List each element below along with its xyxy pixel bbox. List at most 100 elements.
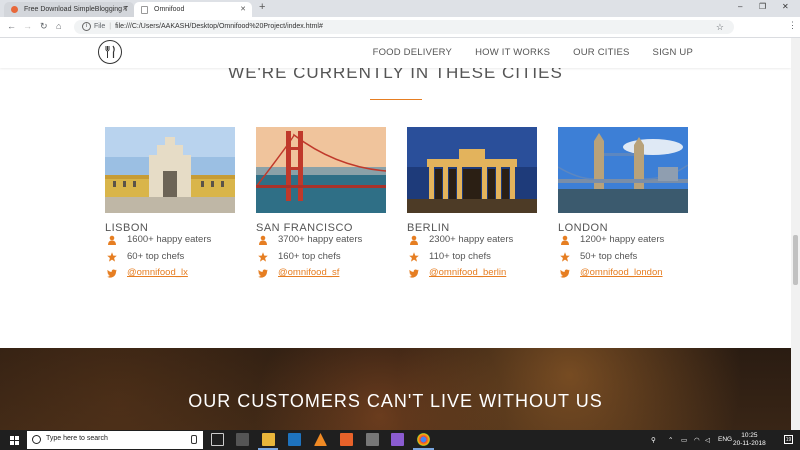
site-navbar: FOOD DELIVERY HOW IT WORKS OUR CITIES SI… — [0, 38, 791, 68]
twitter-link[interactable]: @omnifood_sf — [278, 267, 339, 278]
vlc-icon[interactable] — [314, 433, 327, 446]
browser-tab-strip: Free Download SimpleBlogging T ✕ Omnifoo… — [0, 0, 800, 17]
browser-menu-icon[interactable]: ⋮ — [788, 20, 797, 31]
eaters-count: 1200+ happy eaters — [580, 234, 665, 245]
eaters-count: 2300+ happy eaters — [429, 234, 514, 245]
person-icon — [259, 235, 267, 245]
testimonials-title: OUR CUSTOMERS CAN'T LIVE WITHOUT US — [188, 391, 603, 411]
home-icon[interactable]: ⌂ — [56, 21, 61, 31]
visual-studio-icon[interactable] — [391, 433, 404, 446]
city-card-london: LONDON 1200+ happy eaters 50+ top chefs … — [558, 127, 688, 284]
clock-time: 10:25 — [741, 432, 758, 439]
city-card-san-francisco: SAN FRANCISCO 3700+ happy eaters 160+ to… — [256, 127, 386, 284]
minimize-button[interactable]: – — [738, 2, 742, 11]
file-explorer-icon[interactable] — [262, 433, 275, 446]
tab-label: Omnifood — [154, 6, 185, 13]
scrollbar-thumb[interactable] — [793, 235, 798, 285]
eaters-count: 1600+ happy eaters — [127, 234, 212, 245]
network-icon[interactable]: ◠ — [694, 436, 700, 444]
reload-icon[interactable]: ↻ — [40, 21, 48, 32]
city-name: SAN FRANCISCO — [256, 222, 353, 234]
address-separator: | — [109, 23, 112, 30]
taskbar-search-box[interactable]: Type here to search — [27, 431, 203, 449]
twitter-row: @omnifood_sf — [256, 267, 386, 284]
page-favicon-icon — [141, 6, 148, 14]
windows-taskbar: Type here to search ⚲ ⌃ ▭ ◠ ◁ ENG 10:25 … — [0, 430, 800, 450]
nav-sign-up[interactable]: SIGN UP — [653, 47, 693, 58]
lisbon-photo — [105, 127, 235, 213]
san-francisco-photo — [256, 127, 386, 213]
star-icon — [258, 251, 268, 262]
taskbar-app-icon[interactable] — [288, 433, 301, 446]
twitter-link[interactable]: @omnifood_berlin — [429, 267, 506, 278]
london-photo — [558, 127, 688, 213]
new-tab-button[interactable]: + — [259, 1, 265, 13]
taskbar-app-icon[interactable] — [366, 433, 379, 446]
chrome-icon[interactable] — [417, 433, 430, 446]
language-indicator[interactable]: ENG — [718, 436, 732, 443]
chefs-count: 110+ top chefs — [429, 250, 491, 262]
tab-free-download[interactable]: Free Download SimpleBlogging T ✕ — [4, 2, 134, 17]
city-card-lisbon: LISBON 1600+ happy eaters 60+ top chefs … — [105, 127, 235, 284]
tray-chevron-icon[interactable]: ⌃ — [668, 436, 673, 444]
twitter-icon — [409, 269, 419, 278]
berlin-photo — [407, 127, 537, 213]
chefs-row: 110+ top chefs — [407, 251, 537, 268]
close-window-button[interactable]: ✕ — [782, 2, 789, 11]
people-icon[interactable]: ⚲ — [651, 436, 656, 444]
bookmark-star-icon[interactable]: ☆ — [716, 20, 724, 34]
star-icon — [560, 251, 570, 262]
taskbar-app-icon[interactable] — [236, 433, 249, 446]
eaters-row: 2300+ happy eaters — [407, 234, 537, 251]
eaters-row: 3700+ happy eaters — [256, 234, 386, 251]
forward-arrow-icon[interactable]: → — [23, 21, 32, 31]
volume-icon[interactable]: ◁ — [705, 436, 710, 444]
tab-label: Free Download SimpleBlogging T — [24, 6, 129, 13]
maximize-button[interactable]: ❐ — [759, 2, 766, 11]
info-icon[interactable]: i — [82, 21, 91, 31]
chefs-count: 160+ top chefs — [278, 250, 341, 262]
eaters-row: 1200+ happy eaters — [558, 234, 688, 251]
microphone-icon[interactable] — [191, 435, 197, 444]
task-view-icon[interactable] — [211, 433, 224, 446]
omnifood-logo[interactable] — [98, 40, 122, 64]
chefs-row: 160+ top chefs — [256, 251, 386, 268]
battery-icon[interactable]: ▭ — [681, 436, 687, 444]
twitter-row: @omnifood_london — [558, 267, 688, 284]
back-arrow-icon[interactable]: ← — [7, 21, 16, 31]
twitter-link[interactable]: @omnifood_london — [580, 267, 663, 278]
twitter-icon — [258, 269, 268, 278]
blogger-favicon-icon — [11, 6, 18, 13]
fork-knife-icon — [105, 45, 115, 58]
nav-food-delivery[interactable]: FOOD DELIVERY — [373, 47, 453, 58]
star-icon — [107, 251, 117, 262]
address-bar[interactable]: i File | file:///C:/Users/AAKASH/Desktop/Om… — [74, 20, 734, 34]
twitter-row: @omnifood_lx — [105, 267, 235, 284]
page-scrollbar[interactable] — [791, 38, 800, 430]
chefs-count: 50+ top chefs — [580, 250, 638, 262]
nav-how-it-works[interactable]: HOW IT WORKS — [475, 47, 550, 58]
cortana-icon — [32, 435, 41, 444]
city-name: LONDON — [558, 222, 609, 234]
search-placeholder: Type here to search — [46, 435, 108, 442]
city-card-berlin: BERLIN 2300+ happy eaters 110+ top chefs… — [407, 127, 537, 284]
taskbar-clock[interactable]: 10:25 20-11-2018 — [733, 432, 766, 448]
tab-close-icon[interactable]: ✕ — [122, 2, 128, 17]
tab-close-icon[interactable]: ✕ — [240, 2, 246, 17]
twitter-link[interactable]: @omnifood_lx — [127, 267, 188, 278]
windows-start-icon[interactable] — [10, 436, 19, 445]
notification-center-icon[interactable]: 19 — [784, 435, 793, 444]
city-name: BERLIN — [407, 222, 450, 234]
twitter-icon — [560, 269, 570, 278]
browser-toolbar: ← → ↻ ⌂ i File | file:///C:/Users/AAKASH/De… — [0, 17, 800, 50]
tab-omnifood[interactable]: Omnifood ✕ — [134, 2, 252, 17]
xampp-icon[interactable] — [340, 433, 353, 446]
title-underline — [370, 99, 422, 100]
main-nav: FOOD DELIVERY HOW IT WORKS OUR CITIES SI… — [373, 47, 693, 58]
twitter-icon — [107, 269, 117, 278]
person-icon — [410, 235, 418, 245]
nav-our-cities[interactable]: OUR CITIES — [573, 47, 629, 58]
chefs-row: 60+ top chefs — [105, 251, 235, 268]
person-icon — [561, 235, 569, 245]
star-icon — [409, 251, 419, 262]
